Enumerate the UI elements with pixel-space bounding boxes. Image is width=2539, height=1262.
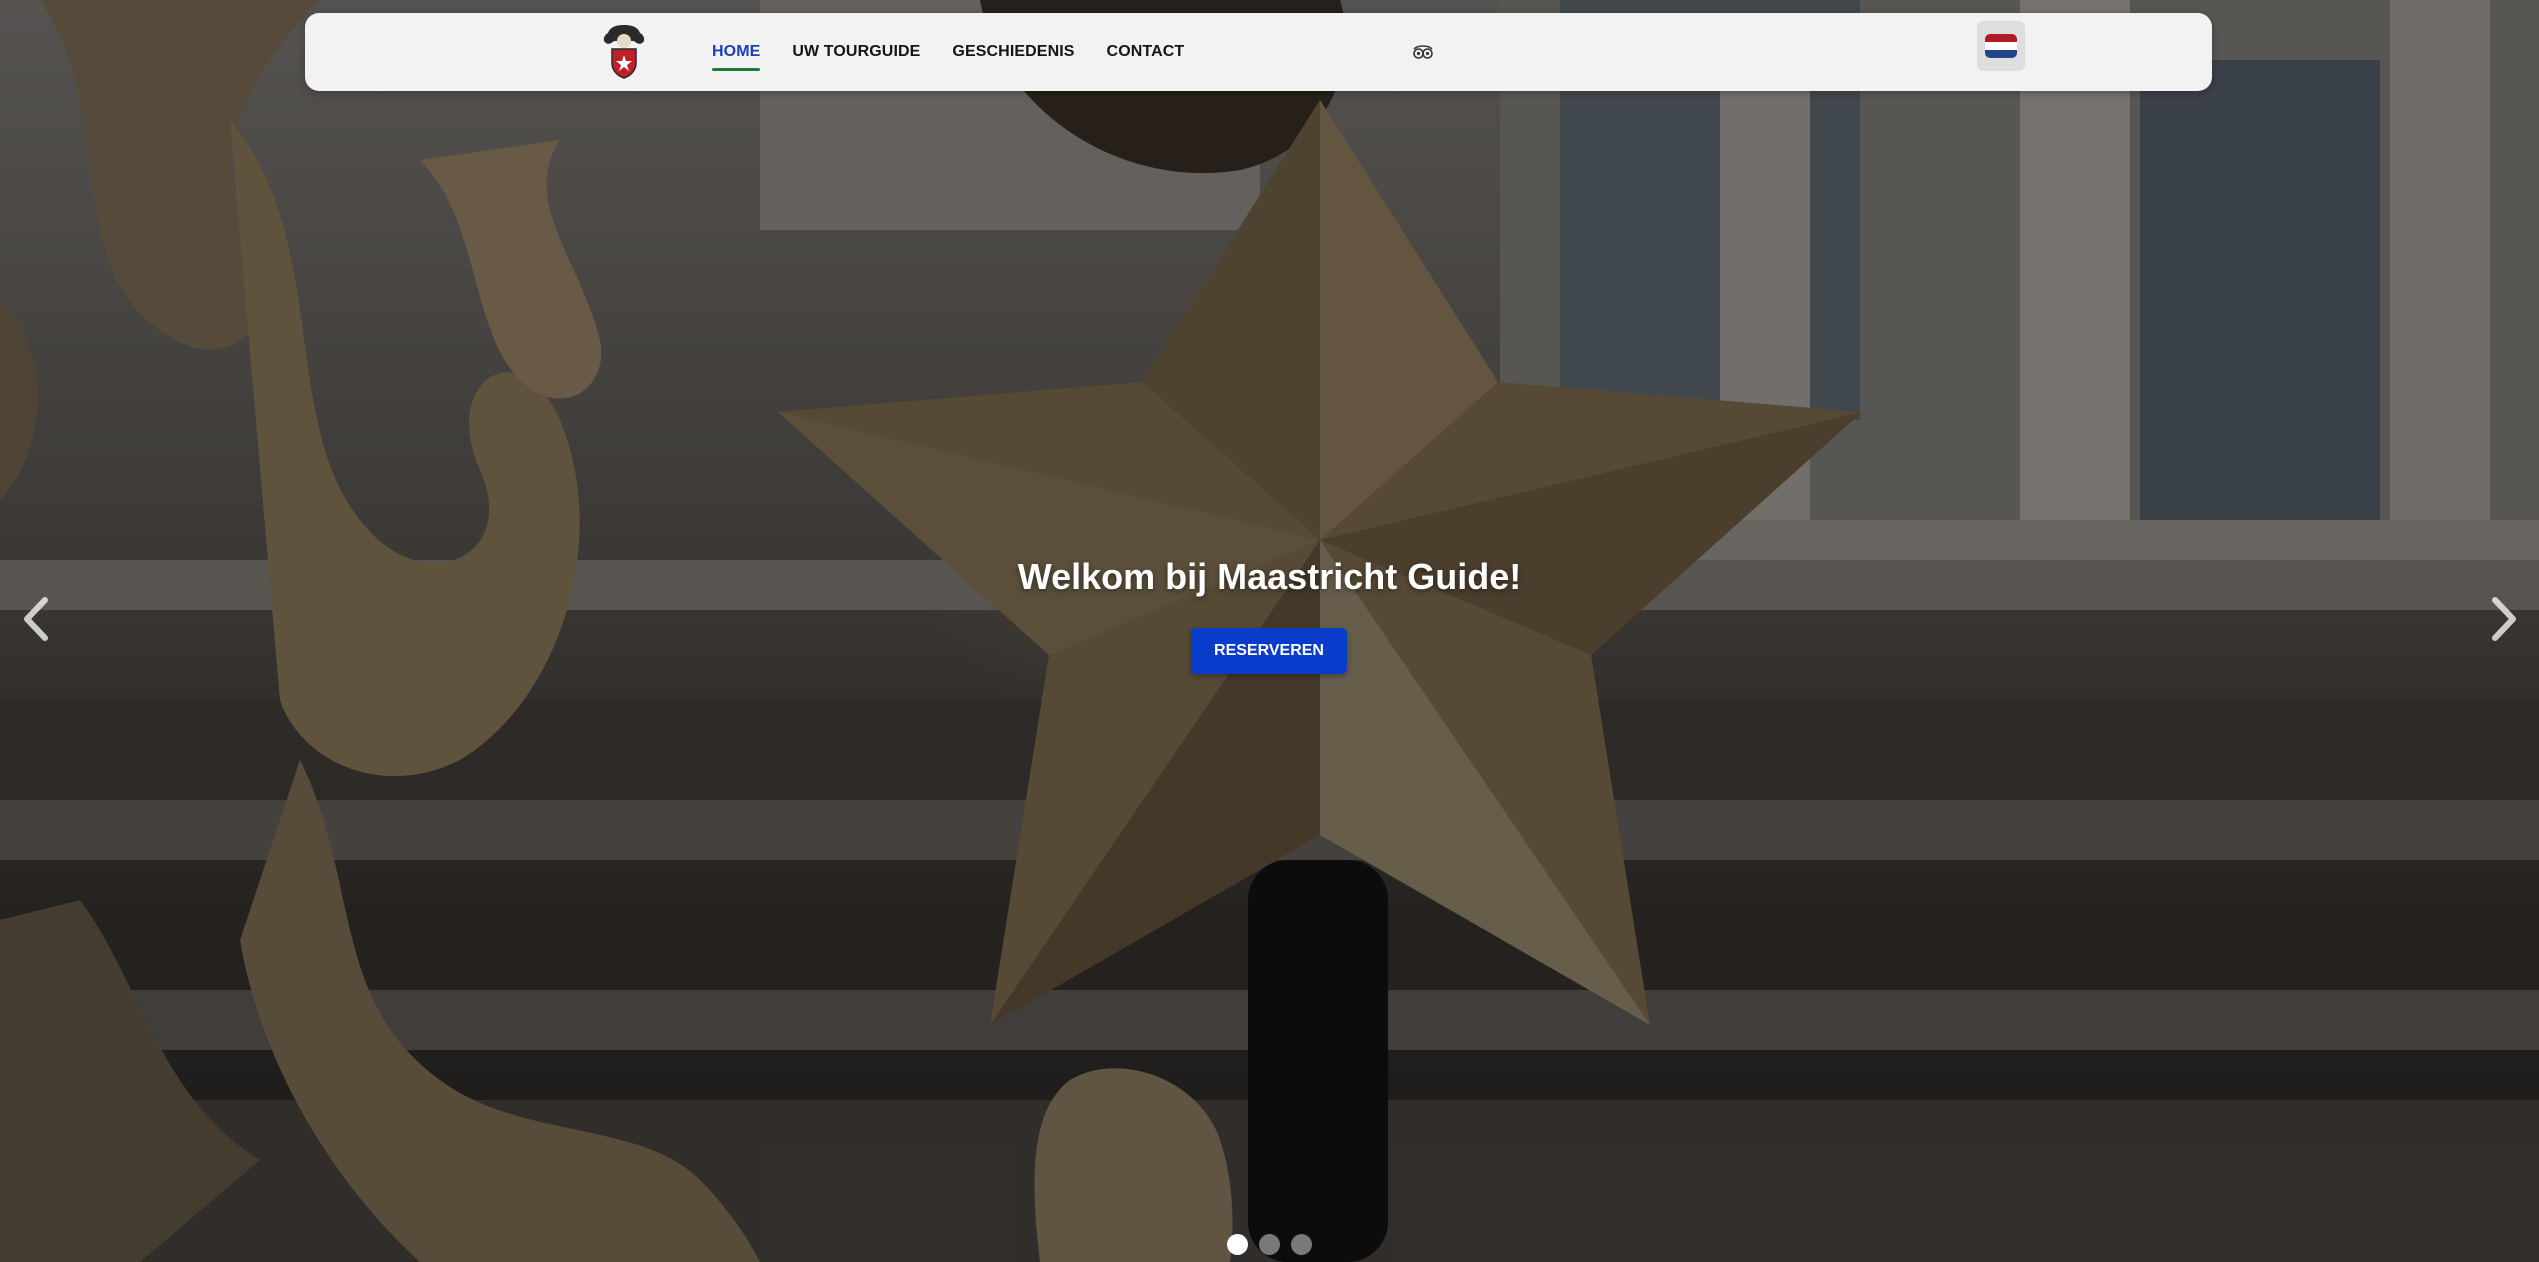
nav-item-uw-tourguide[interactable]: UW TOURGUIDE <box>792 37 920 67</box>
top-navbar: HOME UW TOURGUIDE GESCHIEDENIS CONTACT <box>305 13 2212 91</box>
carousel-next-button[interactable] <box>2484 594 2524 644</box>
chevron-left-icon <box>24 597 48 641</box>
carousel-prev-button[interactable] <box>16 594 56 644</box>
nav-item-home[interactable]: HOME <box>712 37 761 71</box>
hero-title: Welkom bij Maastricht Guide! <box>1017 556 1522 597</box>
netherlands-flag-icon <box>1985 34 2017 58</box>
carousel-dot-1[interactable] <box>1227 1234 1248 1255</box>
maastricht-guide-logo-icon <box>603 25 645 79</box>
language-switcher-button[interactable] <box>1977 21 2025 71</box>
carousel-dot-2[interactable] <box>1259 1234 1280 1255</box>
nav-item-contact[interactable]: CONTACT <box>1107 37 1185 67</box>
tripadvisor-icon <box>1413 45 1433 59</box>
carousel-dot-3[interactable] <box>1291 1234 1312 1255</box>
chevron-right-icon <box>2492 597 2516 641</box>
main-navigation: HOME UW TOURGUIDE GESCHIEDENIS CONTACT <box>712 13 1184 91</box>
site-logo[interactable] <box>600 25 648 79</box>
tripadvisor-link[interactable] <box>1412 44 1434 60</box>
carousel-indicators <box>1227 1234 1312 1255</box>
nav-item-geschiedenis[interactable]: GESCHIEDENIS <box>952 37 1074 67</box>
reserveren-button[interactable]: RESERVEREN <box>1191 628 1347 674</box>
